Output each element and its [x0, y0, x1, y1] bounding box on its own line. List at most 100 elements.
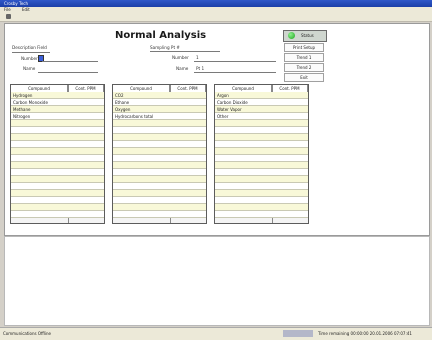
- sp-number-line: [194, 61, 276, 62]
- table-row[interactable]: [215, 197, 308, 204]
- table-row[interactable]: Carbon Monoxide: [11, 99, 104, 106]
- table-row[interactable]: [113, 127, 206, 134]
- table-row[interactable]: [215, 169, 308, 176]
- sp-number-value: 1: [196, 55, 199, 60]
- table-row[interactable]: Argon: [215, 92, 308, 99]
- table-row[interactable]: [215, 120, 308, 127]
- table2-header-compound: Compound: [113, 85, 170, 92]
- table-row[interactable]: [11, 197, 104, 204]
- table-row[interactable]: [113, 162, 206, 169]
- table-row[interactable]: Oxygen: [113, 106, 206, 113]
- table-row[interactable]: [11, 183, 104, 190]
- table-row[interactable]: [11, 204, 104, 211]
- table-row[interactable]: [11, 120, 104, 127]
- description-label: Description Field: [12, 45, 47, 50]
- table3-cell: Carbon Dioxide: [217, 100, 248, 105]
- table-row[interactable]: Water Vapor: [215, 106, 308, 113]
- toolbar: [0, 13, 432, 22]
- sp-number-label: Number: [172, 55, 189, 60]
- table-row[interactable]: [11, 141, 104, 148]
- title-bar: Crosby Tech: [0, 0, 432, 7]
- print-setup-button[interactable]: Print Setup: [284, 43, 324, 52]
- table-row[interactable]: [113, 197, 206, 204]
- number-label: Number: [21, 56, 38, 61]
- table-row[interactable]: [215, 204, 308, 211]
- table-row[interactable]: [215, 127, 308, 134]
- trend1-button[interactable]: Trend 1: [284, 53, 324, 62]
- table-row[interactable]: Ethane: [113, 99, 206, 106]
- status-segment: [283, 330, 313, 337]
- table-row[interactable]: [11, 176, 104, 183]
- table1-cell: Carbon Monoxide: [13, 100, 48, 105]
- table-row[interactable]: [215, 134, 308, 141]
- table-row[interactable]: [113, 183, 206, 190]
- description-line: [12, 52, 50, 53]
- table-row[interactable]: Hydrogen: [11, 92, 104, 99]
- table2-cell: Ethane: [115, 100, 130, 105]
- exit-button[interactable]: Exit: [284, 73, 324, 82]
- table3-cell: Water Vapor: [217, 107, 242, 112]
- table-row[interactable]: [113, 169, 206, 176]
- table-row[interactable]: [11, 127, 104, 134]
- table3-cell: Other: [217, 114, 229, 119]
- table-row[interactable]: [215, 148, 308, 155]
- table-row[interactable]: [215, 141, 308, 148]
- table-row[interactable]: [215, 190, 308, 197]
- menu-edit[interactable]: Edit: [18, 7, 30, 12]
- table-row[interactable]: Nitrogen: [11, 113, 104, 120]
- table-row[interactable]: [113, 211, 206, 218]
- table-row[interactable]: [11, 162, 104, 169]
- empty-area: [4, 236, 430, 326]
- table-row[interactable]: [215, 155, 308, 162]
- table-row[interactable]: [11, 211, 104, 218]
- table-row[interactable]: [113, 141, 206, 148]
- table1-cell: Methane: [13, 107, 31, 112]
- table-row[interactable]: Hydrocarbons total: [113, 113, 206, 120]
- table-row[interactable]: [113, 176, 206, 183]
- table-row[interactable]: Carbon Dioxide: [215, 99, 308, 106]
- table-row[interactable]: [11, 169, 104, 176]
- table-row[interactable]: [11, 134, 104, 141]
- table2-cell: CO2: [115, 93, 124, 98]
- table-row[interactable]: CO2: [113, 92, 206, 99]
- tool-icon[interactable]: [6, 14, 11, 19]
- table-row[interactable]: [215, 183, 308, 190]
- sp-name-line: [194, 72, 276, 73]
- name-label: Name: [23, 66, 36, 71]
- sp-name-value: Pt 1: [196, 66, 205, 71]
- sampling-line: [150, 51, 220, 52]
- table-row[interactable]: [11, 148, 104, 155]
- window-title: Crosby Tech: [4, 1, 29, 6]
- table1-cell: Hydrogen: [13, 93, 33, 98]
- status-button[interactable]: Status: [283, 30, 327, 42]
- table-row[interactable]: [113, 148, 206, 155]
- number-line: [42, 61, 98, 62]
- table-row[interactable]: Methane: [11, 106, 104, 113]
- menu-file[interactable]: File: [0, 7, 11, 12]
- table-row[interactable]: [215, 176, 308, 183]
- table-row[interactable]: [113, 134, 206, 141]
- table-row[interactable]: [113, 155, 206, 162]
- table2-cell: Oxygen: [115, 107, 131, 112]
- table-row[interactable]: [11, 155, 104, 162]
- table-row[interactable]: [215, 211, 308, 218]
- table-row[interactable]: [113, 120, 206, 127]
- compound-table-2: Compound Cont. PPM CO2 Ethane Oxygen Hyd…: [112, 84, 207, 224]
- table2-header-ppm: Cont. PPM: [170, 85, 206, 92]
- status-label: Status: [301, 33, 314, 38]
- connection-status: Communications Offline: [3, 331, 52, 336]
- table-row[interactable]: [113, 190, 206, 197]
- trend2-button[interactable]: Trend 2: [284, 63, 324, 72]
- status-led-icon: [288, 32, 295, 39]
- table-row[interactable]: Other: [215, 113, 308, 120]
- table2-cell: Hydrocarbons total: [115, 114, 154, 119]
- table1-header-ppm: Cont. PPM: [68, 85, 104, 92]
- table-row[interactable]: [113, 204, 206, 211]
- time-status: Time remaining 00:00:00 20.01.2006 07:07…: [318, 331, 412, 336]
- status-bar: Communications Offline Time remaining 00…: [0, 327, 432, 340]
- table3-header-ppm: Cont. PPM: [272, 85, 308, 92]
- sp-name-label: Name: [176, 66, 189, 71]
- table-row[interactable]: [11, 190, 104, 197]
- table-row[interactable]: [215, 162, 308, 169]
- sampling-point-label: Sampling Pt #: [150, 45, 180, 50]
